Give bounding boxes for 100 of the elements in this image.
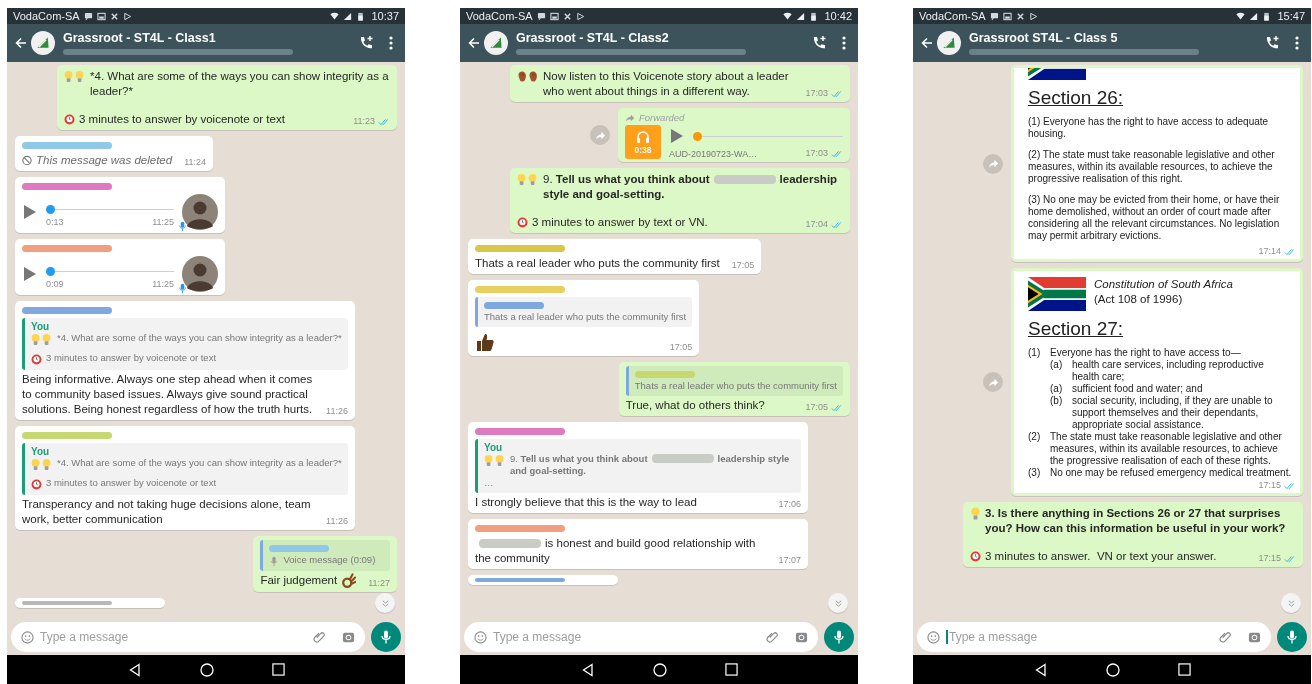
message-input[interactable]: Type a message xyxy=(40,630,307,644)
microphone-icon xyxy=(179,283,186,294)
quoted-message[interactable]: Voice message (0:09) xyxy=(260,540,390,571)
message-bubble[interactable]: Thats a real leader who puts the community first 17:05 xyxy=(468,280,700,356)
blurred-author xyxy=(269,545,330,552)
group-avatar[interactable] xyxy=(937,31,961,55)
chat-title[interactable]: Grassroot ST4L - Class 5 xyxy=(969,31,1118,45)
message-composer[interactable]: Type a message xyxy=(917,622,1271,652)
attachment-icon[interactable] xyxy=(313,630,326,644)
clock-time: 10:37 xyxy=(371,10,399,22)
microphone-icon xyxy=(834,630,844,644)
message-time: 11:25 xyxy=(152,279,174,289)
group-avatar[interactable] xyxy=(31,31,55,55)
carrier-name: VodaCom-SA xyxy=(466,10,533,22)
message-bubble[interactable]: You *4. What are some of the ways you can show integrity as a leader?* 3 minutes to answer by voicenote or text Transperancy and not taking huge decisions alone, team work, better communication 11:26 xyxy=(15,426,355,530)
message-text: Thats a real leader who puts the community first xyxy=(475,256,720,271)
message-time: 17:03 xyxy=(805,148,828,159)
camera-icon[interactable] xyxy=(1248,630,1261,644)
quote-author: You xyxy=(484,442,503,453)
voice-record-button[interactable] xyxy=(824,622,854,652)
play-icon xyxy=(1028,11,1038,21)
message-bubble[interactable]: 3. Is there anything in Sections 26 or 27 that surprises you? How can this information be useful in your work? 3 minutes to answer. VN or text your answer. 17:15 xyxy=(963,502,1303,567)
caption-line: Constitution of South Africa xyxy=(1094,277,1233,292)
list-text: sufficient food and water; and xyxy=(1072,383,1203,395)
message-composer[interactable]: Type a message xyxy=(11,622,365,652)
message-text: Now listen to this Voicenote story about a leader who went about things in a different way. xyxy=(543,69,790,99)
lightbulbs-icon xyxy=(31,333,53,346)
seek-thumb[interactable] xyxy=(693,131,702,141)
voice-message[interactable]: 0:13 11:25 xyxy=(15,177,225,233)
camera-icon[interactable] xyxy=(795,630,808,644)
emoji-icon xyxy=(21,630,34,644)
voice-duration: 0:13 xyxy=(46,217,64,227)
message-bubble[interactable]: This message was deleted 11:24 xyxy=(15,136,213,171)
message-input[interactable]: Type a message xyxy=(946,630,1213,644)
battery-icon xyxy=(809,11,819,21)
flag-icon xyxy=(1028,277,1086,311)
avatar[interactable] xyxy=(182,256,218,292)
notification-icon xyxy=(989,11,999,21)
message-time: 17:04 xyxy=(805,219,828,230)
message-bubble[interactable] xyxy=(15,301,355,420)
play-icon xyxy=(575,11,585,21)
quoted-message[interactable]: You 9. Tell us what you think about leadership style and goal-setting. … xyxy=(475,439,801,493)
back-arrow-icon xyxy=(15,37,27,49)
avatar[interactable] xyxy=(182,194,218,230)
lightbulbs-icon xyxy=(484,454,506,467)
audio-message[interactable]: Forwarded 0:38 AUD-20190723-WA… 17:03 xyxy=(618,108,850,162)
alarm-clock-icon xyxy=(970,550,982,563)
quoted-message[interactable]: Thats a real leader who puts the community first xyxy=(625,366,843,396)
message-composer[interactable]: Type a message xyxy=(464,622,818,652)
quoted-message[interactable]: You *4. What are some of the ways you can show integrity as a leader?* 3 minutes to answer by voicenote or text xyxy=(22,318,348,370)
play-icon xyxy=(24,205,36,219)
message-text: Thats a real leader who puts the community first xyxy=(634,380,837,392)
voice-message[interactable]: 0:09 11:25 xyxy=(15,239,225,295)
menu-icon xyxy=(842,35,846,51)
voice-record-button[interactable] xyxy=(371,622,401,652)
message-bubble[interactable]: Now listen to this Voicenote story about a leader who went about things in a different way. 17:03 xyxy=(510,65,850,102)
seek-thumb[interactable] xyxy=(46,205,55,214)
message-text: Voice message (0:09) xyxy=(283,554,376,566)
chat-title[interactable]: Grassroot - ST4L - Class2 xyxy=(516,31,669,45)
message-bubble[interactable]: Thats a real leader who puts the community first True, what do others think? 17:05 xyxy=(618,362,850,416)
chat-title[interactable]: Grassroot - ST4L - Class1 xyxy=(63,31,216,45)
message-bubble[interactable]: You 9. Tell us what you think about leadership style and goal-setting. … I strongly believe that this is the way to lead 17:06 xyxy=(468,422,808,513)
play-button[interactable] xyxy=(22,267,38,281)
message-bubble[interactable]: is honest and build good relationship with the community 17:07 xyxy=(468,519,808,569)
message-time: 17:05 xyxy=(805,402,828,413)
seek-thumb[interactable] xyxy=(46,267,55,276)
alarm-clock-icon xyxy=(31,478,42,491)
voice-record-button[interactable] xyxy=(1277,622,1307,652)
camera-icon[interactable] xyxy=(342,630,355,644)
message-text: 9. Tell us what you think about leadership style and goal-setting. xyxy=(510,453,791,477)
list-label: (a) xyxy=(1050,383,1064,395)
message-text: Being informative. Always one step ahead when it comes to community based issues. Always give sound practical solutions. Being honest regardless of how the truth hurts. xyxy=(22,372,314,417)
phone-plus-icon xyxy=(1264,35,1280,51)
triangle-icon xyxy=(127,662,142,677)
blurred-author xyxy=(484,302,544,309)
section-heading: Section 26: xyxy=(1028,86,1124,110)
back-arrow-icon xyxy=(468,37,480,49)
message-bubble[interactable]: Voice message (0:09) Fair judgement 11:27 xyxy=(253,536,397,592)
quote-author: You xyxy=(31,321,50,332)
flag-icon xyxy=(1028,68,1086,80)
group-avatar[interactable] xyxy=(484,31,508,55)
quoted-message[interactable]: Thats a real leader who puts the community first xyxy=(475,297,693,327)
play-button[interactable] xyxy=(22,205,38,219)
blurred-author xyxy=(634,371,695,378)
attachment-icon[interactable] xyxy=(1219,630,1232,644)
message-bubble[interactable]: 9. Tell us what you think about leadership style and goal-setting. 3 minutes to answer by text or VN. 17:04 xyxy=(510,168,850,233)
quoted-message[interactable]: You *4. What are some of the ways you can show integrity as a leader?* 3 minutes to answer by voicenote or text xyxy=(22,443,348,495)
blocked-icon xyxy=(22,155,32,166)
message-text: *4. What are some of the ways you can show integrity as a leader?* xyxy=(90,69,390,99)
list-label: (3) xyxy=(1028,467,1042,479)
quote-author: You xyxy=(31,446,50,457)
attachment-icon[interactable] xyxy=(766,630,779,644)
battery-icon xyxy=(1262,11,1272,21)
play-button[interactable] xyxy=(669,129,685,143)
section-paragraph: (1) Everyone has the right to have access to adequate housing. xyxy=(1028,116,1270,140)
lightbulb-icon xyxy=(970,507,982,520)
message-input[interactable]: Type a message xyxy=(493,630,760,644)
circle-icon xyxy=(652,662,667,677)
message-bubble[interactable]: Thats a real leader who puts the community first 17:05 xyxy=(468,239,762,274)
message-bubble[interactable]: *4. What are some of the ways you can show integrity as a leader?* 3 minutes to answer by voicenote or text 11:23 xyxy=(57,65,397,130)
